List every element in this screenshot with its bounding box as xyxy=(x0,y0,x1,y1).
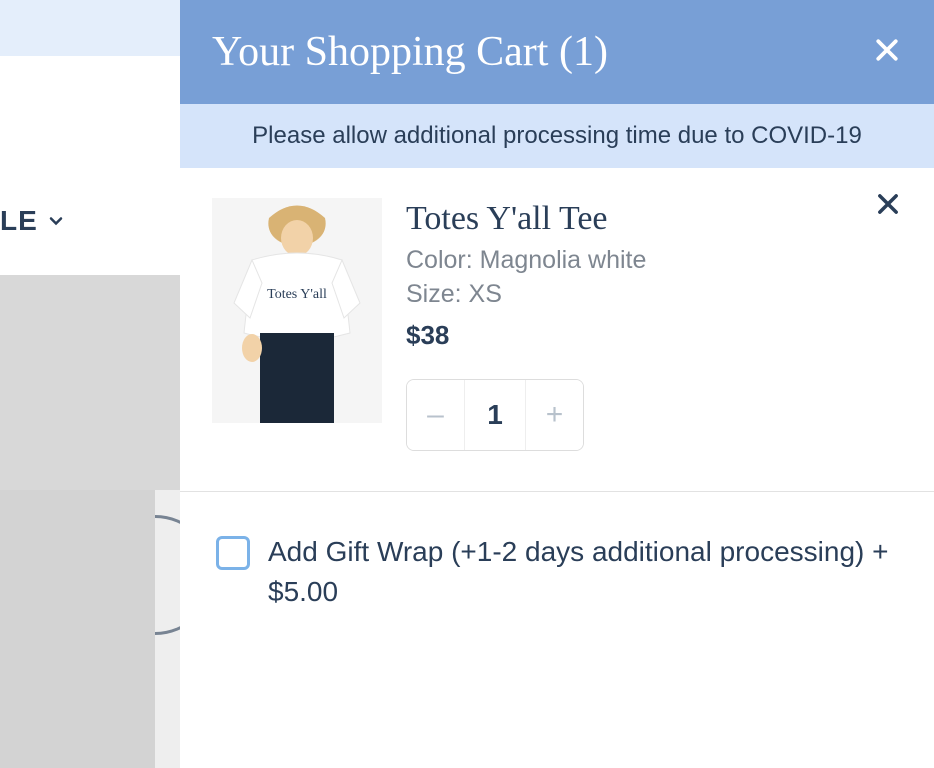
close-cart-button[interactable] xyxy=(872,35,902,70)
background-image-fragment xyxy=(0,275,180,490)
covid-notice: Please allow additional processing time … xyxy=(180,104,934,168)
product-name[interactable]: Totes Y'all Tee xyxy=(406,200,902,238)
cart-drawer: Your Shopping Cart (1) Please allow addi… xyxy=(180,0,934,768)
close-icon xyxy=(874,190,902,218)
cart-header: Your Shopping Cart (1) xyxy=(180,0,934,104)
qty-value: 1 xyxy=(465,380,525,450)
gift-wrap-label[interactable]: Add Gift Wrap (+1-2 days additional proc… xyxy=(268,532,898,613)
svg-text:Totes Y'all: Totes Y'all xyxy=(267,287,327,302)
remove-item-button[interactable] xyxy=(874,190,902,223)
product-size: Size: XS xyxy=(406,278,902,312)
cart-title: Your Shopping Cart (1) xyxy=(212,28,608,76)
qty-decrement-button[interactable]: – xyxy=(407,380,465,450)
background-banner-fragment xyxy=(0,0,180,56)
qty-increment-button[interactable]: + xyxy=(525,380,583,450)
gift-wrap-checkbox[interactable] xyxy=(216,536,250,570)
product-thumbnail-image: Totes Y'all xyxy=(212,198,382,423)
product-thumbnail[interactable]: Totes Y'all xyxy=(212,198,382,423)
cart-item: Totes Y'all Totes Y'all Tee Color: Magno… xyxy=(180,168,934,492)
cart-item-info: Totes Y'all Tee Color: Magnolia white Si… xyxy=(406,198,902,451)
close-icon xyxy=(872,35,902,65)
background-image-fragment-2 xyxy=(0,490,155,768)
nav-fragment-text: LE xyxy=(0,205,38,237)
nav-fragment[interactable]: LE xyxy=(0,205,66,237)
chevron-down-icon xyxy=(46,211,66,231)
gift-wrap-row: Add Gift Wrap (+1-2 days additional proc… xyxy=(180,492,934,653)
product-color: Color: Magnolia white xyxy=(406,244,902,278)
product-price: $38 xyxy=(406,320,902,351)
quantity-stepper: – 1 + xyxy=(406,379,584,451)
